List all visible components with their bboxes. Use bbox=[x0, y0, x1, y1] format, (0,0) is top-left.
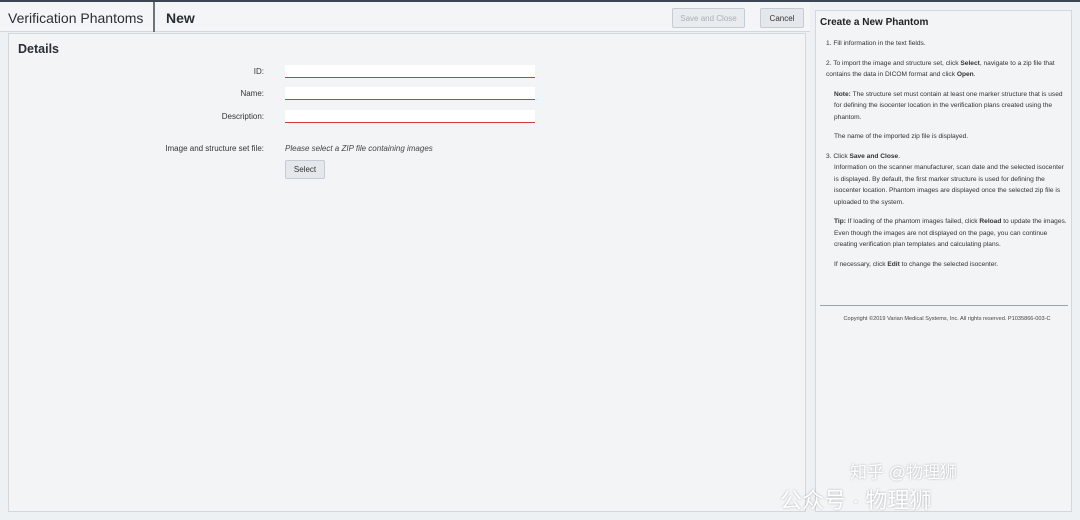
copyright-text: Copyright ©2019 Varian Medical Systems, … bbox=[843, 316, 1051, 322]
page-title: New bbox=[166, 10, 195, 26]
select-file-button[interactable]: Select bbox=[285, 160, 325, 179]
help-step-1: 1. Fill information in the text fields. bbox=[826, 40, 926, 47]
app-title: Verification Phantoms bbox=[8, 10, 144, 26]
cancel-button[interactable]: Cancel bbox=[760, 8, 804, 28]
id-label: ID: bbox=[253, 67, 264, 76]
id-field[interactable] bbox=[285, 65, 535, 78]
watermark-zhihu: 知乎 @物理狮 bbox=[850, 463, 957, 482]
help-edit: If necessary, click Edit to change the s… bbox=[834, 260, 999, 268]
help-title: Create a New Phantom bbox=[820, 17, 929, 28]
description-field[interactable] bbox=[285, 110, 535, 123]
name-label: Name: bbox=[240, 89, 264, 98]
help-panel: Create a New Phantom 1. Fill information… bbox=[815, 10, 1072, 512]
help-tip: Tip: If loading of the phantom images fa… bbox=[834, 218, 1067, 248]
help-body: 1. Fill information in the text fields. … bbox=[826, 38, 1068, 278]
details-panel: Details ID: Name: Description: Image and… bbox=[8, 33, 806, 512]
file-hint: Please select a ZIP file containing imag… bbox=[285, 144, 433, 153]
save-and-close-button[interactable]: Save and Close bbox=[672, 8, 745, 28]
details-title: Details bbox=[18, 42, 59, 56]
description-label: Description: bbox=[221, 112, 264, 121]
help-step-2: 2. To import the image and structure set… bbox=[826, 59, 1055, 79]
help-step-3: 3. Click Save and Close. Information on t… bbox=[826, 152, 1064, 206]
help-imported: The name of the imported zip file is dis… bbox=[834, 133, 969, 140]
name-field[interactable] bbox=[285, 87, 535, 100]
file-label: Image and structure set file: bbox=[165, 144, 264, 153]
watermark-wechat: 公众号 · 物理狮 bbox=[780, 488, 932, 513]
header-divider bbox=[153, 2, 155, 32]
help-divider bbox=[820, 305, 1068, 306]
help-note: Note: The structure set must contain at … bbox=[834, 90, 1063, 121]
